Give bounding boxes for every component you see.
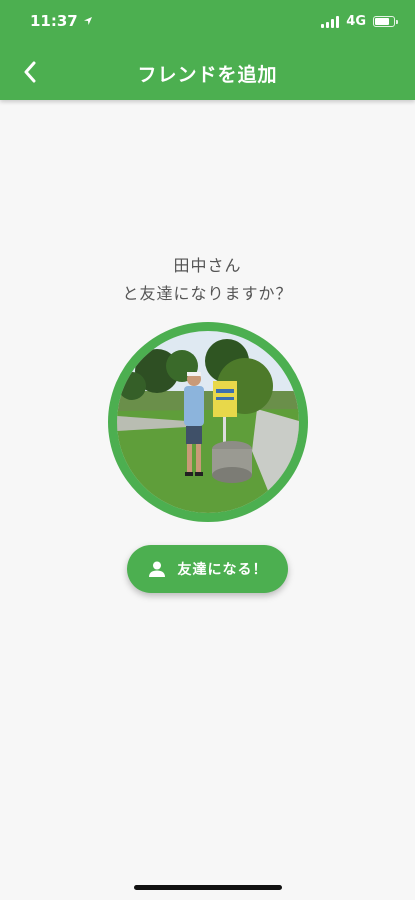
friend-name: 田中さん — [173, 256, 242, 275]
person-icon — [148, 561, 165, 577]
app-header: 11:37 4G フレンドを追加 — [0, 0, 415, 100]
status-time: 11:37 — [30, 12, 93, 30]
friend-question: と友達になりますか？ — [122, 284, 293, 303]
status-indicators: 4G — [321, 14, 398, 29]
status-bar: 11:37 4G — [0, 0, 415, 44]
avatar-photo — [117, 331, 299, 513]
befriend-button[interactable]: 友達になる！ — [127, 545, 288, 593]
battery-icon — [373, 16, 398, 27]
status-time-text: 11:37 — [30, 12, 78, 30]
page-title: フレンドを追加 — [137, 64, 278, 86]
network-type: 4G — [346, 14, 366, 29]
cellular-signal-icon — [321, 15, 340, 28]
friend-prompt: 田中さん と友達になりますか？ — [0, 252, 415, 308]
nav-bar: フレンドを追加 — [0, 44, 415, 100]
friend-avatar — [108, 322, 308, 522]
home-indicator[interactable] — [134, 885, 282, 890]
avatar-photo-image — [117, 331, 299, 513]
location-arrow-icon — [83, 17, 92, 25]
befriend-button-label: 友達になる！ — [177, 562, 268, 578]
